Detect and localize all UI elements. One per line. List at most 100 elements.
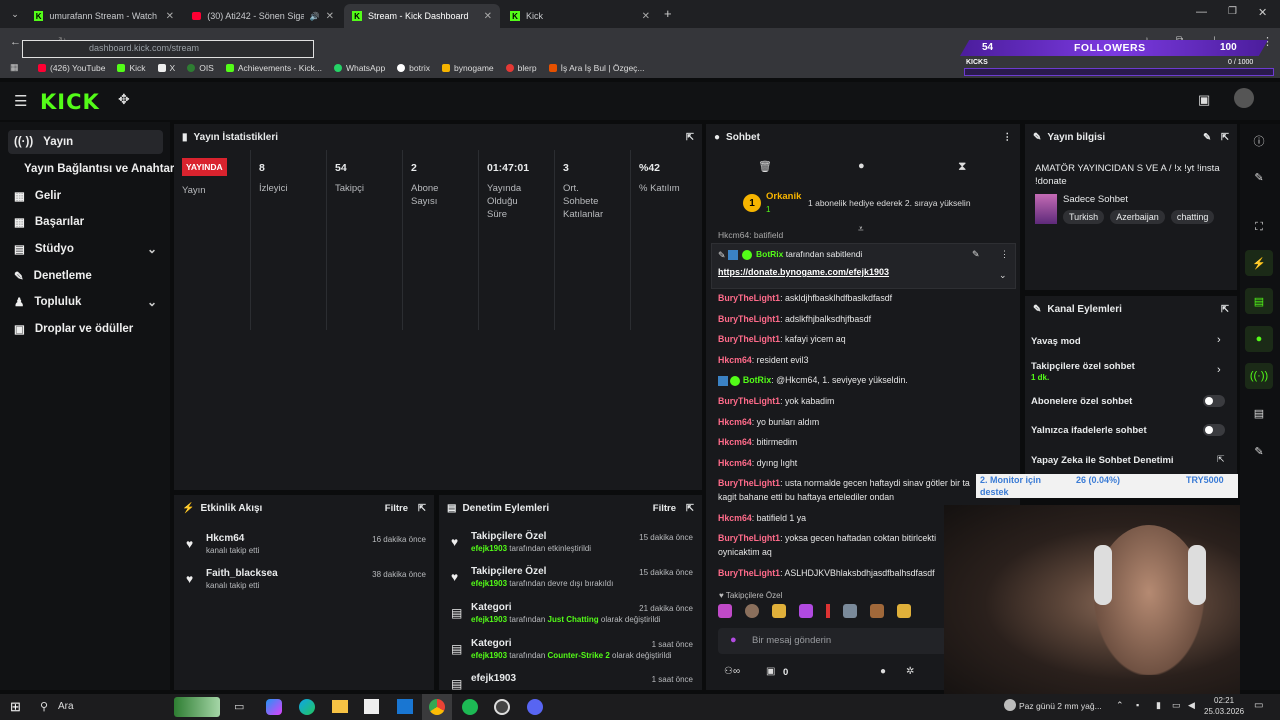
discord-icon[interactable]	[527, 699, 543, 715]
apps-grid-icon[interactable]: ▦	[10, 62, 19, 73]
unpin-icon[interactable]: ✎	[972, 249, 980, 260]
emote-icon[interactable]	[843, 604, 857, 618]
tag[interactable]: Azerbaijan	[1110, 210, 1165, 224]
bookmark-whatsapp[interactable]: WhatsApp	[333, 63, 385, 73]
clock-date[interactable]: 25.03.2026	[1204, 707, 1244, 716]
microphone-icon[interactable]: ●	[730, 634, 737, 646]
mail-icon[interactable]	[397, 699, 413, 714]
stack-icon[interactable]: ▤	[1245, 400, 1273, 426]
browser-tab-4[interactable]: K Kick ✕	[502, 4, 658, 28]
browser-tab-1[interactable]: K umurafann Stream - Watch Live ✕	[26, 4, 182, 28]
sidebar-item-yayin[interactable]: ((·)) Yayın	[8, 130, 163, 154]
back-arrow-icon[interactable]: ←	[10, 36, 21, 48]
emote-icon[interactable]	[799, 604, 813, 618]
bookmark-x[interactable]: X	[157, 63, 175, 73]
tray-app-icon[interactable]: ▪	[1136, 700, 1139, 710]
search-icon[interactable]: ⚲	[40, 700, 48, 713]
microphone-icon[interactable]: ▮	[1156, 700, 1161, 711]
category-name[interactable]: Sadece Sohbet	[1063, 194, 1128, 205]
emote-icon[interactable]	[870, 604, 884, 618]
task-view-icon[interactable]: ▭	[234, 700, 244, 713]
store-icon[interactable]	[364, 699, 379, 714]
avatar[interactable]	[1234, 88, 1254, 108]
subs-only-toggle[interactable]	[1203, 395, 1225, 407]
points-gift-icon[interactable]: ▣	[766, 666, 775, 677]
emote-icon[interactable]	[826, 604, 830, 618]
chrome-icon[interactable]	[429, 699, 445, 715]
sidebar-item-denetleme[interactable]: ✎ Denetleme	[8, 264, 163, 288]
tray-chevron-icon[interactable]: ⌃	[1116, 700, 1124, 711]
bookmark-bynogame[interactable]: bynogame	[441, 63, 494, 73]
edit-icon[interactable]: ✎	[1245, 164, 1273, 190]
sidebar-item-gelir[interactable]: ▦ Gelir	[8, 184, 163, 208]
scroll-down-icon[interactable]: ⩡	[858, 224, 864, 235]
kick-logo[interactable]: KICK	[40, 90, 100, 114]
weather-text[interactable]: Paz günü 2 mm yağ...	[1019, 701, 1102, 711]
bookmark-kick[interactable]: Kick	[117, 63, 146, 73]
infinity-icon[interactable]: ⚇∞	[724, 666, 740, 677]
filter-button[interactable]: Filtre	[385, 503, 408, 514]
spotify-icon[interactable]	[462, 699, 478, 715]
tag[interactable]: chatting	[1170, 210, 1215, 224]
hourglass-icon[interactable]: ⧗	[958, 159, 966, 174]
bookmark-botrix[interactable]: botrix	[397, 63, 430, 73]
tab-close-icon[interactable]: ✕	[642, 11, 650, 22]
list-icon[interactable]: ▤	[1245, 288, 1273, 314]
broadcast-icon[interactable]: ((·))	[1245, 363, 1273, 389]
browser-tab-3[interactable]: K Stream - Kick Dashboard ✕	[344, 4, 500, 28]
pin-tool-icon[interactable]: ✥	[118, 91, 130, 108]
ai-moderation-label[interactable]: Yapay Zeka ile Sohbet Denetimi	[1031, 455, 1174, 466]
external-link-icon[interactable]: ⇱	[1217, 454, 1225, 465]
minimize-button[interactable]: —	[1196, 6, 1207, 18]
chat-settings-icon[interactable]: ●	[858, 160, 865, 172]
sidebar-item-studyo[interactable]: ▤ Stüdyo ⌄	[8, 237, 163, 261]
bookmark-is-ara[interactable]: İş Ara İş Bul | Özgeç...	[548, 63, 645, 73]
wrench-icon[interactable]: ✎	[1245, 438, 1273, 464]
slow-mode-label[interactable]: Yavaş mod	[1031, 336, 1081, 347]
chat-bubble-icon[interactable]: ●	[1245, 326, 1273, 352]
hamburger-menu-icon[interactable]: ☰	[14, 92, 27, 110]
fullscreen-icon[interactable]: ⛶	[1245, 214, 1273, 240]
emote-icon[interactable]	[772, 604, 786, 618]
tab-close-icon[interactable]: ✕	[166, 11, 174, 22]
tab-close-icon[interactable]: ✕	[326, 11, 334, 22]
copilot-icon[interactable]	[266, 699, 282, 715]
speaker-icon[interactable]: 🔊	[310, 12, 320, 21]
emote-only-toggle[interactable]	[1203, 424, 1225, 436]
wallet-icon[interactable]: ▣	[1198, 92, 1210, 108]
emote-icon[interactable]	[897, 604, 911, 618]
edge-icon[interactable]	[299, 699, 315, 715]
maximize-button[interactable]: ❐	[1228, 6, 1237, 17]
kebab-menu-icon[interactable]: ⋮	[1003, 132, 1013, 143]
popout-icon[interactable]: ⇱	[418, 503, 426, 514]
tab-close-icon[interactable]: ✕	[484, 11, 492, 22]
edit-icon[interactable]: ✎	[1203, 132, 1211, 143]
close-window-button[interactable]: ✕	[1258, 6, 1267, 19]
file-explorer-icon[interactable]	[332, 700, 348, 713]
chevron-down-icon[interactable]: ⌄	[999, 270, 1007, 281]
emote-icon[interactable]	[718, 604, 732, 618]
bookmark-blerp[interactable]: blerp	[505, 63, 537, 73]
popout-icon[interactable]: ⇱	[1221, 132, 1229, 143]
network-icon[interactable]: ▭	[1172, 700, 1181, 711]
tab-search-icon[interactable]: ⌄	[8, 7, 22, 21]
chevron-right-icon[interactable]: ›	[1217, 334, 1221, 346]
popout-icon[interactable]: ⇱	[1221, 304, 1229, 315]
sidebar-item-basarilar[interactable]: ▦ Başarılar	[8, 210, 163, 234]
clock-time[interactable]: 02:21	[1214, 696, 1234, 705]
bolt-icon[interactable]: ⚡	[1245, 250, 1273, 276]
sidebar-item-droplar[interactable]: ▣ Droplar ve ödüller	[8, 317, 163, 341]
emote-icon[interactable]	[745, 604, 759, 618]
obs-icon[interactable]	[494, 699, 510, 715]
bookmark-achievements[interactable]: Achievements - Kick...	[225, 63, 322, 73]
gear-icon[interactable]: ✲	[906, 666, 914, 677]
sidebar-item-stream-key[interactable]: Yayın Bağlantısı ve Anahtarı	[8, 157, 178, 181]
url-input[interactable]: dashboard.kick.com/stream	[22, 40, 314, 58]
browser-tab-2[interactable]: (30) Ati242 - Sönen Sigaralar 🔊 ✕	[184, 4, 342, 28]
notification-icon[interactable]: ▭	[1254, 700, 1263, 711]
bookmark-ois[interactable]: OIS	[187, 63, 214, 73]
volume-icon[interactable]: ◀	[1188, 700, 1195, 711]
kebab-menu-icon[interactable]: ⋮	[1000, 249, 1009, 260]
taskbar-search-label[interactable]: Ara	[58, 701, 74, 712]
chevron-right-icon[interactable]: ›	[1217, 364, 1221, 376]
